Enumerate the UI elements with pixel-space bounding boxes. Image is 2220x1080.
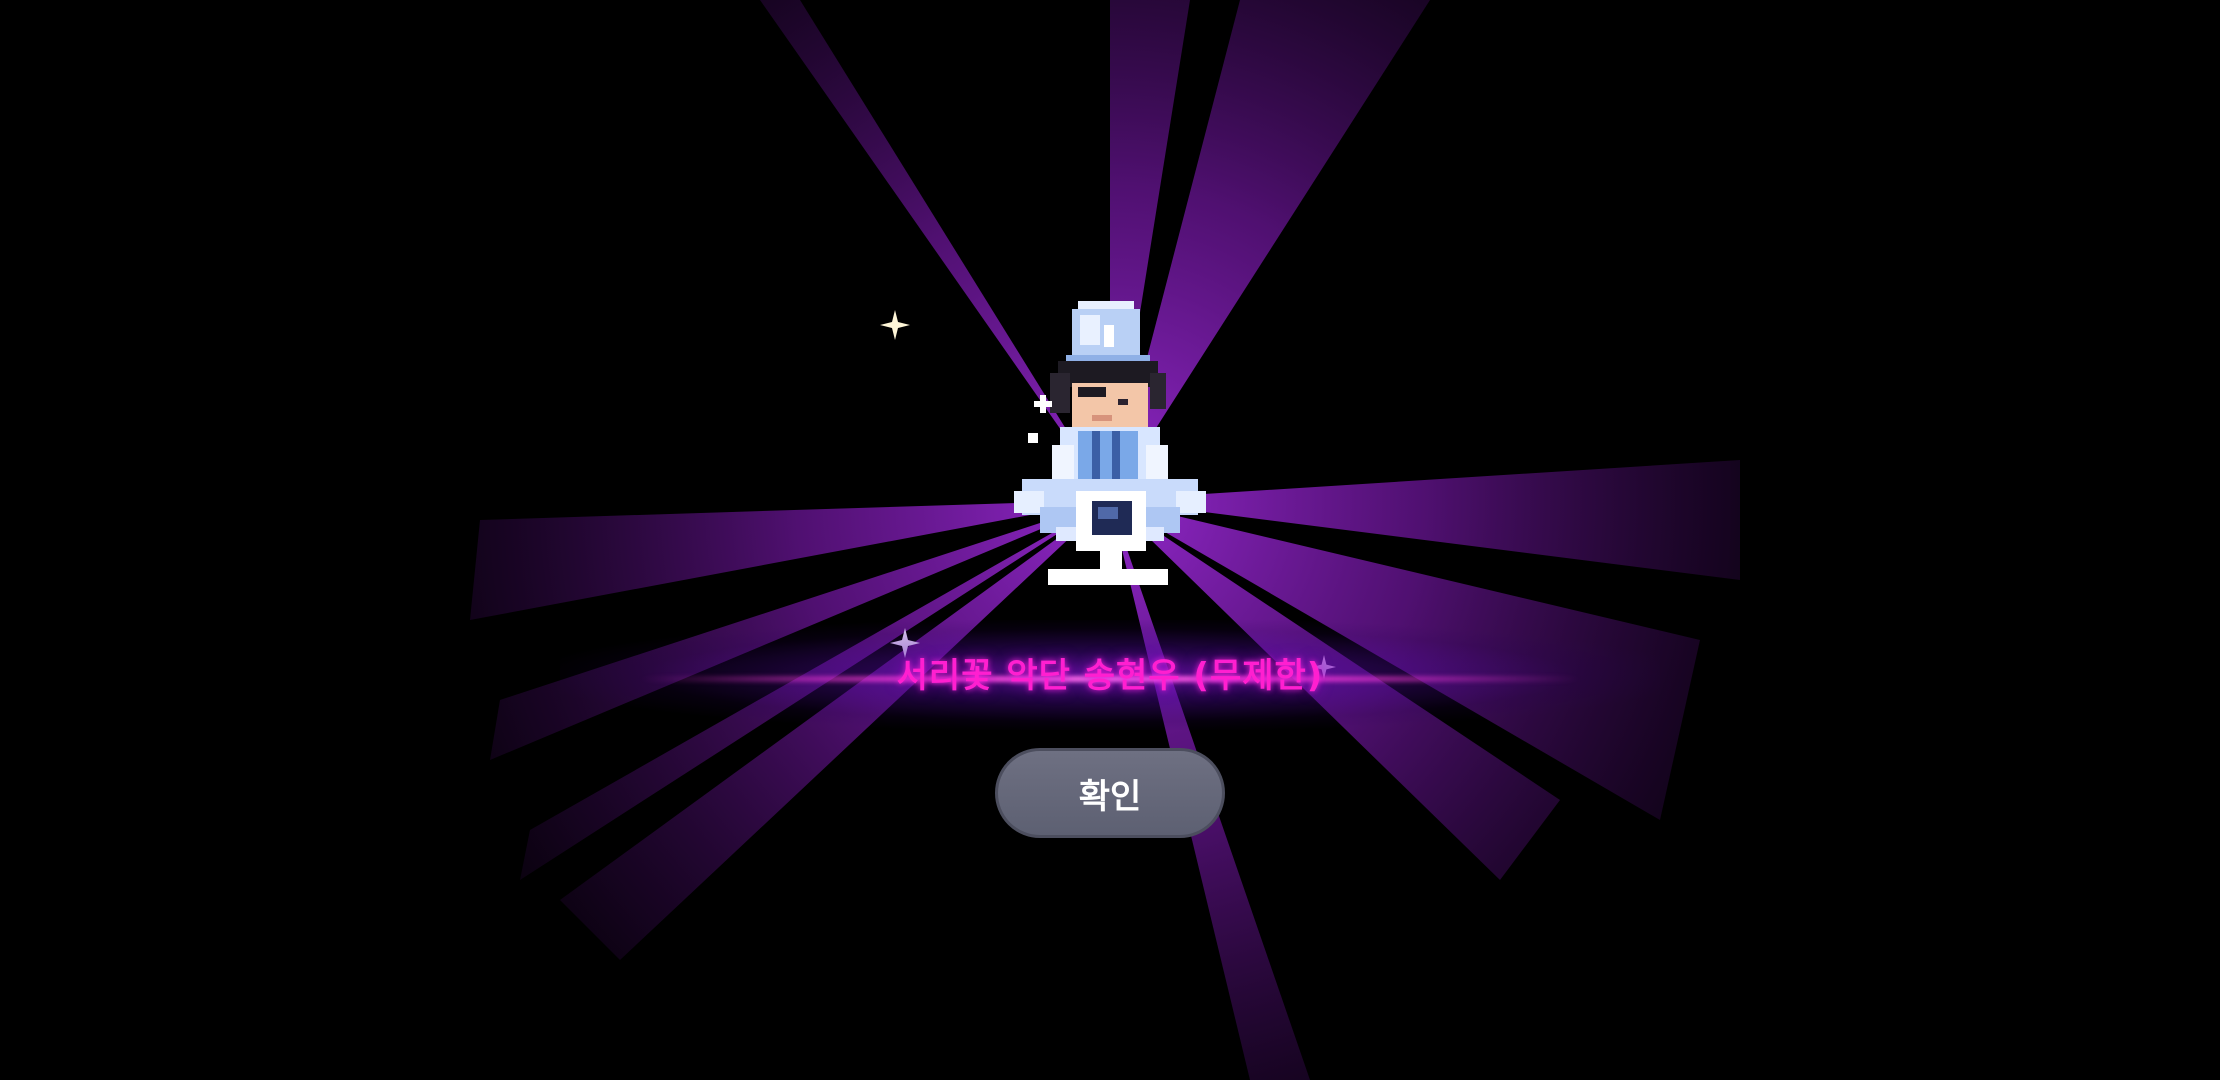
reward-popup-screen: 서리꽃 악단 송현우 (무제한) 확인	[0, 0, 2220, 1080]
sparkle-icon	[880, 310, 910, 340]
reward-item-title: 서리꽃 악단 송현우 (무제한)	[896, 656, 1324, 696]
confirm-button[interactable]: 확인	[995, 748, 1225, 838]
character-costume-icon	[1014, 301, 1206, 585]
